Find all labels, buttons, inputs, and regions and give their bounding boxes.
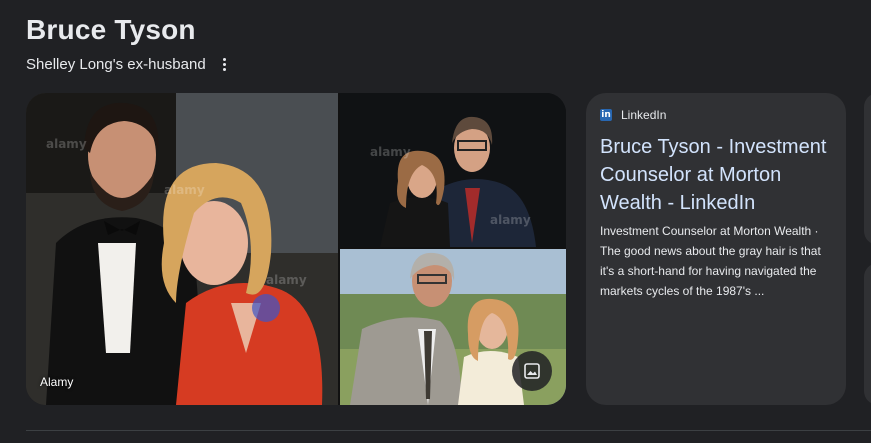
- subtitle-row: Shelley Long's ex-husband: [26, 55, 232, 73]
- subtitle: Shelley Long's ex-husband: [26, 55, 206, 73]
- image-main[interactable]: alamy alamy alamy Alamy: [26, 93, 338, 405]
- watermark: alamy: [490, 213, 531, 227]
- next-card-peek[interactable]: [864, 93, 871, 245]
- watermark: alamy: [46, 137, 87, 151]
- image-search-button[interactable]: [512, 351, 552, 391]
- photo-couple-dark: [340, 93, 566, 247]
- next-card-peek-lower[interactable]: [864, 263, 871, 405]
- result-snippet: Investment Counselor at Morton Wealth · …: [600, 224, 821, 298]
- image-bottom-right[interactable]: [340, 249, 566, 405]
- linkedin-icon: in: [600, 109, 612, 121]
- image-top-right[interactable]: alamy alamy: [340, 93, 566, 247]
- page-title: Bruce Tyson: [26, 14, 196, 45]
- watermark: alamy: [164, 183, 205, 197]
- result-title-link[interactable]: Bruce Tyson - Investment Counselor at Mo…: [600, 133, 836, 217]
- divider: [26, 430, 871, 431]
- card-source: in LinkedIn: [600, 108, 666, 122]
- watermark: alamy: [266, 273, 307, 287]
- image-gallery: alamy alamy alamy Alamy alamy alamy: [26, 93, 566, 405]
- source-name: LinkedIn: [621, 108, 667, 122]
- linkedin-result-card[interactable]: in LinkedIn Bruce Tyson - Investment Cou…: [586, 93, 846, 405]
- image-source-label: Alamy: [40, 375, 74, 389]
- image-icon: [524, 363, 540, 379]
- more-options-icon[interactable]: [218, 55, 232, 73]
- watermark: alamy: [370, 145, 411, 159]
